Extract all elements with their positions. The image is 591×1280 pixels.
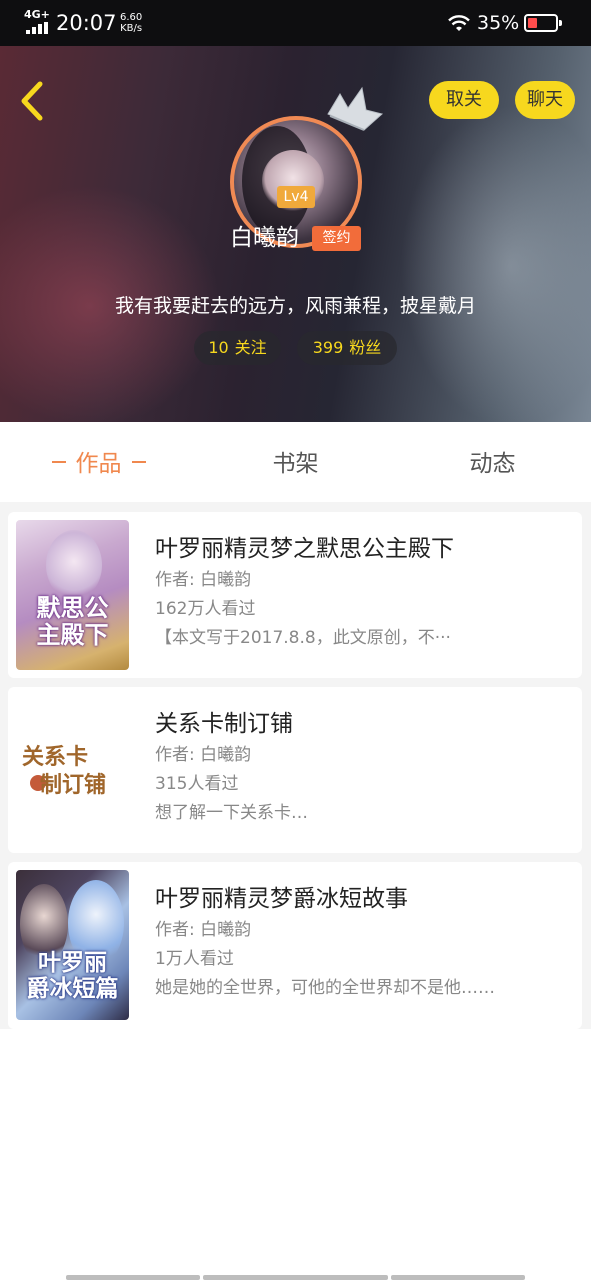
fans-count-button[interactable]: 399 粉丝 xyxy=(297,331,397,365)
battery-percent: 35% xyxy=(477,12,520,34)
book-author: 作者: 白曦韵 xyxy=(155,745,252,765)
book-views: 315人看过 xyxy=(155,774,239,794)
book-author: 作者: 白曦韵 xyxy=(155,920,252,940)
gesture-bar-right[interactable] xyxy=(391,1275,525,1280)
fans-count: 399 xyxy=(312,338,344,357)
following-count: 10 xyxy=(208,338,229,357)
book-views: 1万人看过 xyxy=(155,949,234,969)
network-type: 4G+ xyxy=(24,8,50,21)
book-description: 【本文写于2017.8.8，此文原创，不··· xyxy=(155,628,451,648)
tab-active-indicator-right xyxy=(131,460,146,463)
user-bio: 我有我要赶去的远方，风雨兼程，披星戴月 xyxy=(114,295,476,317)
cover-title: 叶罗丽 爵冰短篇 xyxy=(26,949,119,1002)
cover-title: 关系卡 制订铺 xyxy=(22,744,107,798)
battery-icon xyxy=(524,14,562,32)
crown-icon xyxy=(327,86,384,131)
tab-bar: 作品 书架 动态 xyxy=(0,422,591,502)
battery-level xyxy=(528,18,537,28)
book-title: 关系卡制订铺 xyxy=(155,711,293,737)
fans-label: 粉丝 xyxy=(349,338,382,357)
book-views: 162万人看过 xyxy=(155,599,256,619)
contract-badge: 签约 xyxy=(312,226,361,251)
book-card[interactable]: 叶罗丽 爵冰短篇 叶罗丽精灵梦爵冰短故事 作者: 白曦韵 1万人看过 她是她的全世… xyxy=(8,862,582,1029)
chat-button[interactable]: 聊天 xyxy=(515,81,575,119)
book-description: 想了解一下关系卡… xyxy=(155,803,308,823)
tab-active-indicator-left xyxy=(51,460,66,463)
book-title: 叶罗丽精灵梦之默思公主殿下 xyxy=(155,536,454,562)
book-card[interactable]: 关系卡 制订铺 关系卡制订铺 作者: 白曦韵 315人看过 想了解一下关系卡… xyxy=(8,687,582,853)
username: 白曦韵 xyxy=(230,225,299,251)
following-count-button[interactable]: 10 关注 xyxy=(194,331,281,365)
book-cover: 默思公 主殿下 xyxy=(16,520,129,670)
tab-bookshelf[interactable]: 书架 xyxy=(197,422,394,502)
book-card[interactable]: 默思公 主殿下 叶罗丽精灵梦之默思公主殿下 作者: 白曦韵 162万人看过 【本文… xyxy=(8,512,582,678)
book-description: 她是她的全世界，可他的全世界却不是他…… xyxy=(155,978,495,998)
tab-activity[interactable]: 动态 xyxy=(394,422,591,502)
tab-works-label: 作品 xyxy=(75,451,122,477)
gesture-bar-home[interactable] xyxy=(203,1275,388,1280)
speed-unit: KB/s xyxy=(120,23,143,34)
network-speed: 6.60 KB/s xyxy=(120,12,142,34)
cover-title: 默思公 主殿下 xyxy=(36,593,109,649)
speed-value: 6.60 xyxy=(120,12,143,23)
book-title: 叶罗丽精灵梦爵冰短故事 xyxy=(155,886,408,912)
unfollow-button[interactable]: 取关 xyxy=(429,81,499,119)
tab-works[interactable]: 作品 xyxy=(0,422,197,502)
gesture-bar-left[interactable] xyxy=(66,1275,200,1280)
signal-icon xyxy=(26,22,48,34)
book-cover: 关系卡 制订铺 xyxy=(16,695,129,845)
level-badge: Lv4 xyxy=(277,186,315,208)
book-author: 作者: 白曦韵 xyxy=(155,570,252,590)
clock: 20:07 xyxy=(56,11,117,35)
following-label: 关注 xyxy=(234,338,267,357)
book-cover: 叶罗丽 爵冰短篇 xyxy=(16,870,129,1020)
wifi-icon xyxy=(448,15,470,31)
back-button[interactable] xyxy=(12,76,52,126)
status-bar: 4G+ 20:07 6.60 KB/s 35% xyxy=(0,0,591,46)
